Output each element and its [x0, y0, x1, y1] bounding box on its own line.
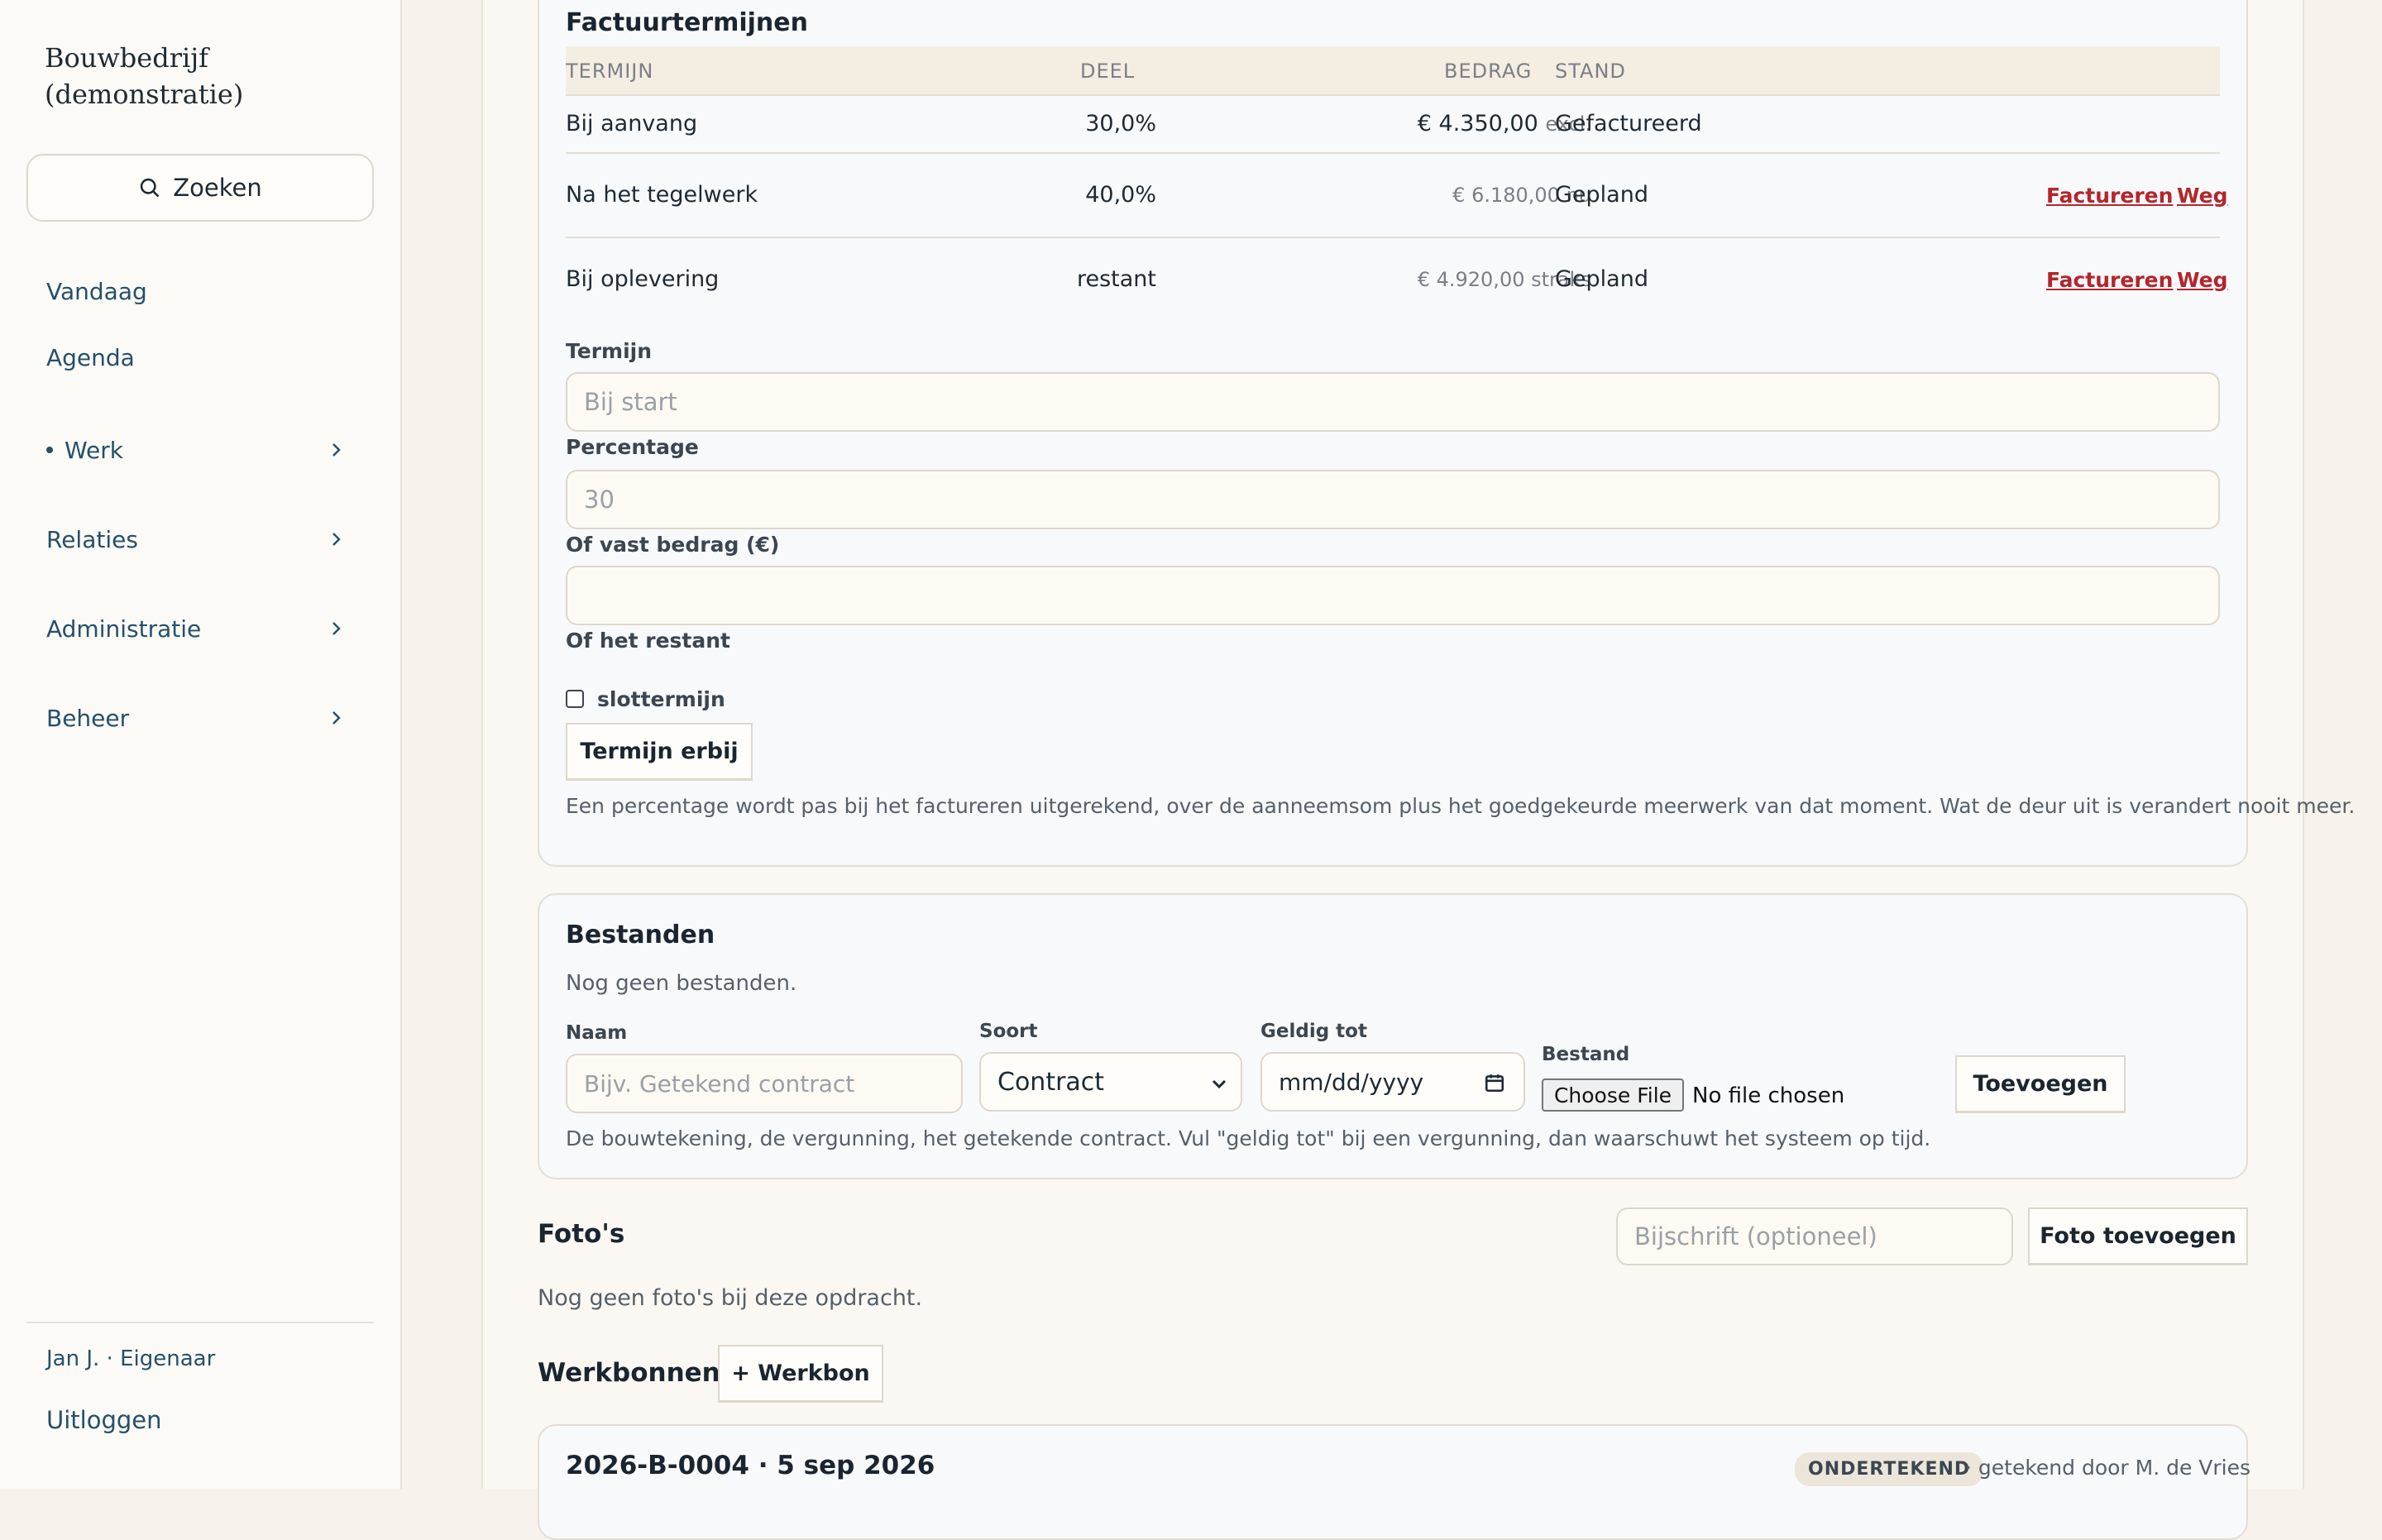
search-label: Zoeken — [173, 174, 262, 202]
nav-label: Administratie — [46, 615, 202, 643]
add-term-button[interactable]: Termijn erbij — [566, 723, 753, 781]
header-bedrag: BEDRAG — [1444, 60, 1533, 83]
header-deel: DEEL — [1080, 60, 1136, 83]
soort-label: Soort — [979, 1021, 1038, 1042]
nav-item-administratie[interactable]: Administratie — [46, 604, 361, 653]
files-help-text: De bouwtekening, de vergunning, het gete… — [566, 1126, 1931, 1150]
brand-name: Bouwbedrijf (demonstratie) — [45, 42, 244, 110]
nav-label: Beheer — [46, 704, 130, 732]
term-name: Bij aanvang — [566, 111, 698, 136]
term-status: Gepland — [1555, 266, 1648, 292]
files-title: Bestanden — [566, 921, 715, 949]
geldig-date-input[interactable]: mm/dd/yyyy — [1260, 1052, 1525, 1112]
soort-value: Contract — [997, 1067, 1105, 1097]
term-name: Bij oplevering — [566, 266, 720, 292]
restant-label: Of het restant — [566, 629, 730, 653]
soort-select[interactable]: Contract — [979, 1052, 1242, 1112]
table-row: Bij aanvang 30,0% € 4.350,00 excl. Gefac… — [566, 96, 2220, 154]
term-name: Na het tegelwerk — [566, 182, 758, 208]
chevron-right-icon — [332, 443, 341, 457]
remove-link[interactable]: Weg — [2177, 268, 2228, 292]
termijn-input[interactable]: Bij start — [566, 372, 2220, 432]
termijn-label: Termijn — [566, 339, 653, 363]
files-empty: Nog geen bestanden. — [566, 971, 797, 996]
chevron-right-icon — [332, 622, 341, 635]
nav-label: Vandaag — [46, 277, 147, 305]
nav-item-beheer[interactable]: Beheer — [46, 693, 361, 743]
invoice-link[interactable]: Factureren — [2046, 268, 2173, 292]
invoice-link[interactable]: Factureren — [2046, 184, 2173, 208]
sidebar-divider — [26, 1322, 374, 1323]
term-share: restant — [1076, 266, 1156, 292]
term-status: Gefactureerd — [1555, 111, 1702, 136]
no-file-text: No file chosen — [1692, 1083, 1845, 1108]
workorders-title: Werkbonnen — [538, 1358, 720, 1388]
percentage-label: Percentage — [566, 435, 699, 459]
photos-title: Foto's — [538, 1219, 625, 1249]
workorder-id: 2026-B-0004 · 5 sep 2026 — [566, 1451, 935, 1480]
table-row: Na het tegelwerk 40,0% € 6.180,00 nu Gep… — [566, 154, 2228, 238]
bestand-label: Bestand — [1542, 1044, 1630, 1065]
workorder-card[interactable] — [538, 1424, 2248, 1540]
nav-item-werk[interactable]: Werk — [46, 425, 361, 475]
nav-item-agenda[interactable]: Agenda — [46, 332, 361, 382]
add-workorder-button[interactable]: + Werkbon — [718, 1345, 883, 1403]
photos-empty: Nog geen foto's bij deze opdracht. — [538, 1285, 923, 1311]
nav-label: Agenda — [46, 343, 135, 371]
term-status: Gepland — [1555, 182, 1648, 208]
caption-input[interactable]: Bijschrift (optioneel) — [1616, 1208, 2013, 1265]
signed-by-text: · getekend door M. de Vries — [1965, 1456, 2251, 1480]
active-dot — [46, 447, 53, 453]
terms-help-text: Een percentage wordt pas bij het facture… — [566, 794, 2356, 818]
chevron-right-icon — [332, 533, 341, 546]
vast-bedrag-label: Of vast bedrag (€) — [566, 533, 780, 557]
percentage-input[interactable]: 30 — [566, 470, 2220, 529]
choose-file-button[interactable]: Choose File — [1542, 1078, 1684, 1112]
sidebar: Bouwbedrijf (demonstratie) Zoeken Vandaa… — [0, 0, 402, 1489]
logout-link[interactable]: Uitloggen — [46, 1406, 162, 1434]
add-photo-button[interactable]: Foto toevoegen — [2028, 1208, 2248, 1265]
term-share: 30,0% — [1085, 111, 1156, 136]
date-value: mm/dd/yyyy — [1279, 1068, 1424, 1096]
nav-item-vandaag[interactable]: Vandaag — [46, 266, 361, 316]
term-share: 40,0% — [1085, 182, 1156, 208]
status-badge: ONDERTEKEND — [1795, 1452, 1984, 1486]
current-user: Jan J. · Eigenaar — [46, 1346, 216, 1371]
naam-input[interactable]: Bijv. Getekend contract — [566, 1054, 963, 1113]
calendar-icon — [1485, 1074, 1504, 1093]
table-row: Bij oplevering restant € 4.920,00 straks… — [566, 238, 2228, 323]
nav-item-relaties[interactable]: Relaties — [46, 514, 361, 564]
slottermijn-label: slottermijn — [597, 687, 725, 711]
remove-link[interactable]: Weg — [2177, 184, 2228, 208]
chevron-right-icon — [332, 711, 341, 725]
geldig-label: Geldig tot — [1260, 1021, 1367, 1042]
header-stand: STAND — [1555, 60, 1626, 83]
nav-label: Relaties — [46, 525, 138, 553]
slottermijn-checkbox[interactable] — [566, 690, 584, 708]
search-button[interactable]: Zoeken — [26, 154, 374, 222]
search-icon — [141, 178, 160, 198]
naam-label: Naam — [566, 1022, 628, 1044]
nav-label: Werk — [65, 436, 123, 464]
header-termijn: TERMIJN — [566, 60, 654, 83]
chevron-down-icon — [1212, 1079, 1227, 1089]
terms-table-header: TERMIJN DEEL BEDRAG STAND — [566, 46, 2220, 96]
vast-bedrag-input[interactable] — [566, 566, 2220, 625]
add-file-button[interactable]: Toevoegen — [1955, 1055, 2126, 1113]
terms-title: Factuurtermijnen — [566, 8, 808, 37]
